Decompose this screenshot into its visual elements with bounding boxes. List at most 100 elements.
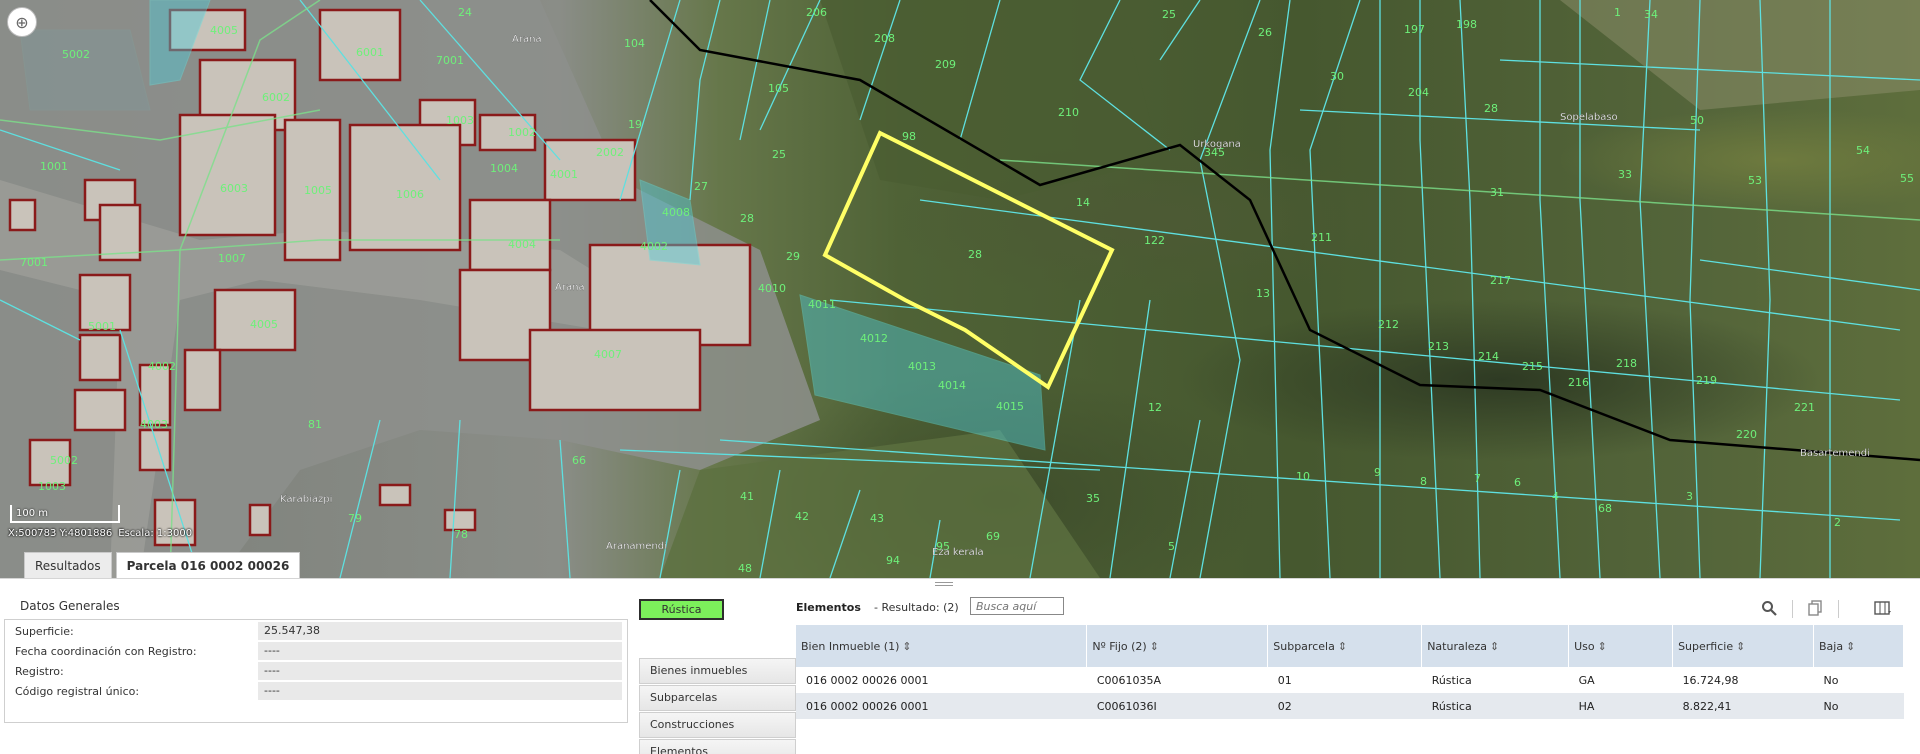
- svg-text:3: 3: [1686, 490, 1693, 503]
- column-header-bien-inmueble[interactable]: Bien Inmueble (1) ⇕: [796, 625, 1088, 667]
- svg-text:79: 79: [348, 512, 362, 525]
- svg-text:212: 212: [1378, 318, 1399, 331]
- cell-subparcela: 01: [1267, 667, 1422, 693]
- svg-text:Sopelabaso: Sopelabaso: [1560, 112, 1618, 123]
- results-tabs: Resultados Parcela 016 0002 00026: [24, 552, 301, 578]
- tab-parcela[interactable]: Parcela 016 0002 00026: [115, 552, 301, 578]
- svg-text:5: 5: [1168, 540, 1175, 553]
- side-item-bienes-inmuebles[interactable]: Bienes inmuebles: [639, 658, 796, 684]
- sort-icon[interactable]: ⇕: [1846, 640, 1855, 653]
- datos-row-registro: Registro: ----: [11, 662, 622, 680]
- copy-icon[interactable]: [1804, 597, 1826, 619]
- cell-uso: HA: [1568, 693, 1673, 719]
- map-canvas[interactable]: 5002 4005 6001 7001 6002 1003 1002 2002 1001 4…: [0, 0, 1920, 578]
- map-scale: Escala: 1:3000: [118, 528, 193, 539]
- svg-text:1005: 1005: [304, 184, 332, 197]
- svg-text:5001: 5001: [88, 320, 116, 333]
- svg-text:7001: 7001: [20, 256, 48, 269]
- datos-label: Registro:: [15, 665, 64, 678]
- svg-text:4003: 4003: [140, 418, 168, 431]
- sort-icon[interactable]: ⇕: [1338, 640, 1347, 653]
- cell-num-fijo: C0061035A: [1086, 667, 1268, 693]
- datos-box: Superficie: 25.547,38 Fecha coordinación…: [4, 619, 628, 723]
- svg-text:206: 206: [806, 6, 827, 19]
- search-icon[interactable]: [1758, 597, 1780, 619]
- svg-text:66: 66: [572, 454, 586, 467]
- side-item-construcciones[interactable]: Construcciones: [639, 712, 796, 738]
- sort-icon[interactable]: ⇕: [1490, 640, 1499, 653]
- locate-icon[interactable]: ⊕: [7, 7, 37, 37]
- column-header-num-fijo[interactable]: Nº Fijo (2) ⇕: [1086, 625, 1269, 667]
- sort-icon[interactable]: ⇕: [1598, 640, 1607, 653]
- column-header-subparcela[interactable]: Subparcela ⇕: [1267, 625, 1423, 667]
- svg-text:4: 4: [1552, 490, 1559, 503]
- panel-resize-handle[interactable]: [935, 582, 953, 586]
- columns-icon[interactable]: [1872, 597, 1894, 619]
- map-view[interactable]: 5002 4005 6001 7001 6002 1003 1002 2002 1001 4…: [0, 0, 1920, 578]
- sort-icon[interactable]: ⇕: [1150, 640, 1159, 653]
- svg-text:54: 54: [1856, 144, 1870, 157]
- cell-bien-inmueble: 016 0002 00026 0001: [796, 693, 1087, 719]
- svg-text:104: 104: [624, 37, 645, 50]
- svg-text:5002: 5002: [62, 48, 90, 61]
- svg-text:25: 25: [1162, 8, 1176, 21]
- svg-text:2002: 2002: [596, 146, 624, 159]
- svg-text:4011: 4011: [808, 298, 836, 311]
- svg-text:9: 9: [1374, 466, 1381, 479]
- side-item-elementos[interactable]: Elementos: [639, 739, 796, 754]
- svg-text:1007: 1007: [218, 252, 246, 265]
- svg-text:48: 48: [738, 562, 752, 575]
- svg-text:219: 219: [1696, 374, 1717, 387]
- datos-row-codigo: Código registral único: ----: [11, 682, 622, 700]
- search-input[interactable]: [970, 597, 1064, 615]
- svg-text:122: 122: [1144, 234, 1165, 247]
- sort-icon[interactable]: ⇕: [1736, 640, 1745, 653]
- svg-text:204: 204: [1408, 86, 1429, 99]
- table-row[interactable]: 016 0002 00026 0001 C0061035A 01 Rústica…: [796, 667, 1904, 693]
- column-header-uso[interactable]: Uso ⇕: [1568, 625, 1674, 667]
- table-row[interactable]: 016 0002 00026 0001 C0061036I 02 Rústica…: [796, 693, 1904, 719]
- column-header-naturaleza[interactable]: Naturaleza ⇕: [1421, 625, 1570, 667]
- svg-text:50: 50: [1690, 114, 1704, 127]
- svg-text:4015: 4015: [996, 400, 1024, 413]
- svg-text:1004: 1004: [490, 162, 518, 175]
- tab-resultados[interactable]: Resultados: [24, 552, 112, 578]
- svg-text:19: 19: [628, 118, 642, 131]
- svg-text:25: 25: [772, 148, 786, 161]
- svg-text:14: 14: [1076, 196, 1090, 209]
- svg-text:1: 1: [1614, 6, 1621, 19]
- column-header-superficie[interactable]: Superficie ⇕: [1672, 625, 1814, 667]
- svg-text:4002: 4002: [640, 240, 668, 253]
- svg-text:34: 34: [1644, 8, 1658, 21]
- svg-text:30: 30: [1330, 70, 1344, 83]
- svg-text:216: 216: [1568, 376, 1589, 389]
- svg-text:4005: 4005: [210, 24, 238, 37]
- svg-text:Arana: Arana: [512, 34, 542, 45]
- datos-label: Superficie:: [15, 625, 74, 638]
- svg-text:213: 213: [1428, 340, 1449, 353]
- svg-text:27: 27: [694, 180, 708, 193]
- svg-text:8: 8: [1420, 475, 1427, 488]
- svg-text:Basartemendi: Basartemendi: [1800, 448, 1870, 459]
- datos-row-superficie: Superficie: 25.547,38: [11, 622, 622, 640]
- elementos-table: Bien Inmueble (1) ⇕ Nº Fijo (2) ⇕ Subparce…: [796, 625, 1904, 719]
- column-header-baja[interactable]: Baja ⇕: [1813, 625, 1904, 667]
- svg-text:6003: 6003: [220, 182, 248, 195]
- svg-text:6002: 6002: [262, 91, 290, 104]
- svg-text:Karabiazpi: Karabiazpi: [280, 494, 332, 505]
- scale-label: 100 m: [16, 508, 49, 519]
- cell-bien-inmueble: 016 0002 00026 0001: [796, 667, 1087, 693]
- elementos-result-count: - Resultado: (2): [874, 601, 959, 614]
- svg-text:69: 69: [986, 530, 1000, 543]
- sort-icon[interactable]: ⇕: [902, 640, 911, 653]
- svg-text:210: 210: [1058, 106, 1079, 119]
- svg-text:Urkogana: Urkogana: [1193, 139, 1241, 150]
- svg-text:105: 105: [768, 82, 789, 95]
- side-item-subparcelas[interactable]: Subparcelas: [639, 685, 796, 711]
- svg-text:43: 43: [870, 512, 884, 525]
- svg-text:7001: 7001: [436, 54, 464, 67]
- side-menu: Bienes inmuebles Subparcelas Construccio…: [639, 658, 796, 754]
- details-panel: Datos Generales Superficie: 25.547,38 Fe…: [0, 578, 1920, 754]
- svg-text:217: 217: [1490, 274, 1511, 287]
- svg-text:215: 215: [1522, 360, 1543, 373]
